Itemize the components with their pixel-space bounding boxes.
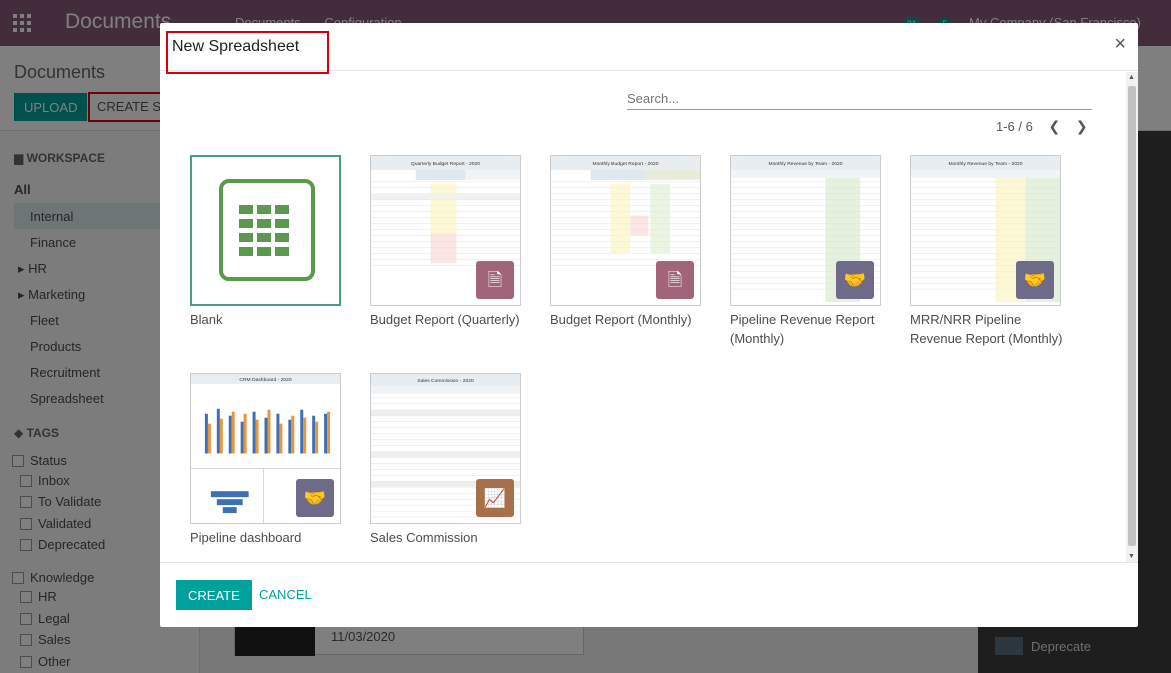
close-icon[interactable]: × <box>1114 33 1126 56</box>
document-gear-icon: 🗎 <box>476 261 514 299</box>
modal-body: 1-6 / 6 ❮ ❯ Blank Quarterly Budget Repor… <box>160 72 1138 562</box>
template-mrr-nrr[interactable]: Monthly Revenue by Team - 2020 🤝 MRR/NRR… <box>910 155 1070 348</box>
cancel-button[interactable]: CANCEL <box>259 587 312 602</box>
template-label: Budget Report (Quarterly) <box>370 312 520 327</box>
template-label: Blank <box>190 312 223 327</box>
template-thumbnail[interactable]: Sales Commission - 2020 📈 <box>370 373 521 524</box>
template-budget-monthly[interactable]: Monthly Budget Report - 2020 🗎 Budget Re… <box>550 155 710 329</box>
thumb-title: Sales Commission - 2020 <box>417 378 474 384</box>
pager: 1-6 / 6 ❮ ❯ <box>996 118 1088 135</box>
template-label: Pipeline dashboard <box>190 530 302 545</box>
chevron-left-icon[interactable]: ❮ <box>1048 118 1060 135</box>
template-label: Sales Commission <box>370 530 478 545</box>
template-thumbnail[interactable]: Quarterly Budget Report - 2020 🗎 <box>370 155 521 306</box>
pager-value[interactable]: 1-6 / 6 <box>996 119 1033 134</box>
handshake-icon: 🤝 <box>836 261 874 299</box>
chevron-right-icon[interactable]: ❯ <box>1076 118 1088 135</box>
template-thumbnail[interactable]: Monthly Revenue by Team - 2020 🤝 <box>910 155 1061 306</box>
thumb-title: Monthly Budget Report - 2020 <box>592 161 658 167</box>
handshake-icon: 🤝 <box>296 479 334 517</box>
template-label: Budget Report (Monthly) <box>550 312 692 327</box>
template-thumbnail[interactable]: Monthly Budget Report - 2020 🗎 <box>550 155 701 306</box>
search-input[interactable] <box>627 88 1092 110</box>
modal-title: New Spreadsheet <box>166 31 329 74</box>
thumb-title: Monthly Revenue by Team - 2020 <box>949 161 1023 167</box>
modal-footer: CREATE CANCEL <box>160 562 1138 627</box>
handshake-icon: 🤝 <box>1016 261 1054 299</box>
scroll-up-icon[interactable]: ▲ <box>1128 74 1135 81</box>
template-label: Pipeline Revenue Report (Monthly) <box>730 312 875 346</box>
create-button[interactable]: CREATE <box>176 580 252 610</box>
template-pipeline-dashboard[interactable]: CRM Dashboard - 2020 🤝 Pipeline dashboar… <box>190 373 350 547</box>
modal-header: New Spreadsheet × <box>160 23 1138 74</box>
document-gear-icon: 🗎 <box>656 261 694 299</box>
new-spreadsheet-dialog: New Spreadsheet × 1-6 / 6 ❮ ❯ Blank Quar… <box>160 23 1138 627</box>
modal-scrollbar[interactable]: ▲ ▼ <box>1126 72 1138 562</box>
thumb-title: Monthly Revenue by Team - 2020 <box>769 161 843 167</box>
template-budget-quarterly[interactable]: Quarterly Budget Report - 2020 🗎 Budget … <box>370 155 530 329</box>
scroll-down-icon[interactable]: ▼ <box>1128 553 1135 560</box>
template-pipeline-revenue[interactable]: Monthly Revenue by Team - 2020 🤝 Pipelin… <box>730 155 890 348</box>
bar-chart-preview <box>204 408 331 454</box>
template-label: MRR/NRR Pipeline Revenue Report (Monthly… <box>910 312 1063 346</box>
template-thumbnail[interactable] <box>190 155 341 306</box>
spreadsheet-icon <box>219 179 315 281</box>
template-thumbnail[interactable]: Monthly Revenue by Team - 2020 🤝 <box>730 155 881 306</box>
template-thumbnail[interactable]: CRM Dashboard - 2020 🤝 <box>190 373 341 524</box>
scrollbar-thumb[interactable] <box>1128 86 1136 546</box>
template-sales-commission[interactable]: Sales Commission - 2020 📈 Sales Commissi… <box>370 373 530 547</box>
thumb-title: CRM Dashboard - 2020 <box>239 377 292 383</box>
template-blank[interactable]: Blank <box>190 155 350 329</box>
thumb-title: Quarterly Budget Report - 2020 <box>411 161 480 167</box>
chart-up-icon: 📈 <box>476 479 514 517</box>
